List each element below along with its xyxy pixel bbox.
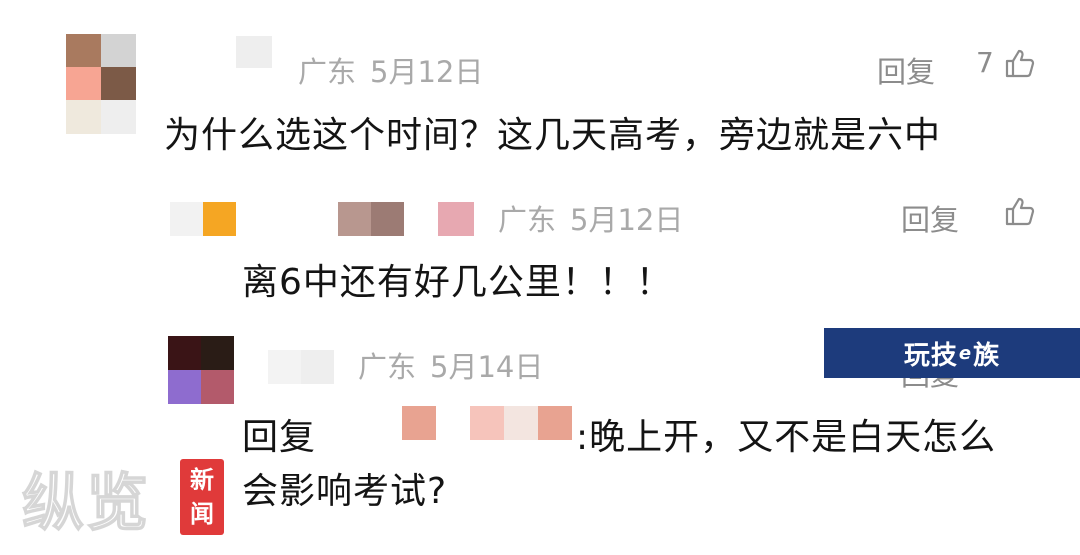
- banner-text-tail: 族: [973, 340, 1001, 371]
- avatar[interactable]: [168, 336, 234, 404]
- username-redacted-tail: [438, 202, 474, 236]
- comment-text: 离6中还有好几公里！！！: [242, 262, 673, 303]
- banner-e-mark: e: [958, 342, 973, 364]
- comment-date: 5月12日: [570, 203, 684, 237]
- reply-prefix: 回复: [242, 417, 317, 458]
- comment-date: 5月14日: [430, 350, 544, 384]
- avatar[interactable]: [66, 34, 136, 134]
- banner-text: 玩技: [903, 340, 958, 371]
- like-button[interactable]: 7: [976, 46, 1036, 79]
- comment-text-line2: 会影响考试?: [242, 471, 448, 512]
- overlay-banner: 玩技 e 族: [824, 328, 1080, 378]
- like-count: 7: [976, 46, 994, 79]
- comment-location: 广东: [298, 55, 357, 89]
- thumbs-up-icon: [1004, 47, 1036, 79]
- mentioned-username-redacted[interactable]: [402, 406, 572, 440]
- comment-text: 为什么选这个时间？这几天高考，旁边就是六中: [164, 115, 942, 156]
- avatar[interactable]: [170, 202, 236, 236]
- watermark-logo: 纵览: [21, 465, 151, 540]
- badge-char: 闻: [190, 500, 214, 528]
- username-redacted[interactable]: [236, 36, 272, 68]
- username-redacted[interactable]: [338, 202, 404, 236]
- username-redacted[interactable]: [268, 350, 334, 384]
- comment-text: :晚上开，又不是白天怎么: [576, 417, 997, 458]
- comment-date: 5月12日: [370, 55, 484, 89]
- comment-location: 广东: [358, 350, 417, 384]
- thumbs-up-icon: [1004, 195, 1036, 227]
- reply-button[interactable]: 回复: [901, 197, 959, 239]
- reply-button[interactable]: 回复: [877, 49, 935, 91]
- watermark-badge: 新 闻: [180, 459, 224, 535]
- like-button[interactable]: [1004, 195, 1036, 227]
- comment-thread: 广东 5月12日 回复 7 为什么选这个时间？这几天高考，旁边就是六中 广东 5…: [0, 0, 1080, 555]
- badge-char: 新: [190, 466, 214, 494]
- comment-location: 广东: [498, 203, 557, 237]
